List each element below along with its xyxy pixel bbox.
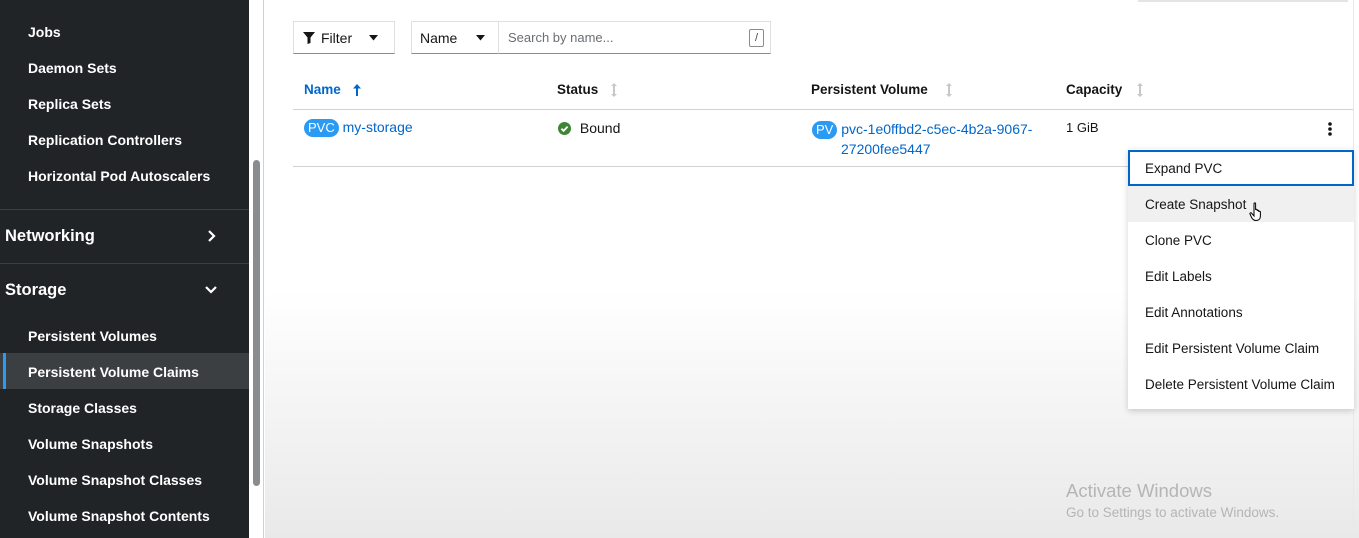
- sidebar-item-volume-snapshot-contents[interactable]: Volume Snapshot Contents: [28, 508, 210, 524]
- table-header-divider: [293, 109, 1353, 110]
- check-circle-icon: [558, 122, 571, 135]
- pvc-resource-badge: PVC: [304, 119, 339, 137]
- sidebar-active-indicator: [3, 353, 6, 389]
- pv-resource-badge: PV: [812, 121, 838, 139]
- column-header-capacity[interactable]: Capacity: [1066, 82, 1144, 97]
- search-field: /: [499, 21, 771, 54]
- filter-toggle-button[interactable]: Filter: [293, 21, 395, 54]
- activate-windows-subtitle: Go to Settings to activate Windows.: [1066, 505, 1280, 520]
- sidebar-item-jobs[interactable]: Jobs: [28, 24, 61, 40]
- menu-item-edit-annotations[interactable]: Edit Annotations: [1128, 294, 1354, 330]
- pvc-name-link[interactable]: my-storage: [343, 119, 413, 135]
- column-header-label: Persistent Volume: [811, 82, 928, 97]
- menu-item-edit-pvc[interactable]: Edit Persistent Volume Claim: [1128, 330, 1354, 366]
- row-actions-menu: Expand PVC Create Snapshot Clone PVC Edi…: [1128, 149, 1354, 409]
- column-header-label: Capacity: [1066, 82, 1123, 97]
- sidebar-section-storage[interactable]: Storage: [0, 263, 249, 317]
- search-input[interactable]: [508, 30, 738, 45]
- sidebar-item-daemon-sets[interactable]: Daemon Sets: [28, 60, 117, 76]
- kebab-icon: [1328, 121, 1332, 141]
- persistent-volume-cell: PV pvc-1e0ffbd2-c5ec-4b2a-9067-: [812, 119, 1032, 139]
- pv-name-link-continued[interactable]: 27200fee5447: [841, 139, 931, 159]
- sidebar-item-persistent-volumes[interactable]: Persistent Volumes: [28, 328, 157, 344]
- activate-windows-title: Activate Windows: [1066, 480, 1212, 501]
- column-header-label: Name: [304, 82, 341, 97]
- column-header-status[interactable]: Status: [557, 82, 618, 97]
- sidebar-item-horizontal-pod-autoscalers[interactable]: Horizontal Pod Autoscalers: [28, 168, 210, 184]
- sort-icon: [945, 82, 953, 97]
- sort-icon: [1136, 82, 1144, 97]
- menu-item-edit-labels[interactable]: Edit Labels: [1128, 258, 1354, 294]
- hand-cursor-icon: [1249, 202, 1265, 227]
- chevron-right-icon: [207, 230, 217, 242]
- search-attribute-label: Name: [420, 29, 458, 46]
- column-header-label: Status: [557, 82, 599, 97]
- pvc-name-cell: PVC my-storage: [304, 119, 413, 137]
- menu-item-delete-pvc[interactable]: Delete Persistent Volume Claim: [1128, 366, 1354, 402]
- pv-name-link[interactable]: pvc-1e0ffbd2-c5ec-4b2a-9067-: [841, 121, 1032, 137]
- status-text: Bound: [579, 120, 621, 136]
- sidebar-item-volume-snapshots[interactable]: Volume Snapshots: [28, 436, 153, 452]
- filter-label: Filter: [321, 29, 353, 46]
- sidebar: Jobs Daemon Sets Replica Sets Replicatio…: [0, 0, 249, 538]
- sidebar-item-replication-controllers[interactable]: Replication Controllers: [28, 132, 182, 148]
- sidebar-section-label: Networking: [5, 226, 95, 245]
- column-header-name[interactable]: Name: [304, 82, 361, 97]
- search-attribute-select[interactable]: Name: [411, 21, 499, 54]
- sidebar-item-replica-sets[interactable]: Replica Sets: [28, 96, 111, 112]
- status-cell: Bound: [558, 120, 620, 136]
- sidebar-item-storage-classes[interactable]: Storage Classes: [28, 400, 137, 416]
- sidebar-item-volume-snapshot-classes[interactable]: Volume Snapshot Classes: [28, 472, 202, 488]
- sort-ascending-icon: [352, 83, 361, 96]
- caret-down-icon: [476, 34, 486, 41]
- caret-down-icon: [369, 34, 379, 41]
- top-divider: [1138, 0, 1348, 2]
- row-actions-kebab-button[interactable]: [1323, 121, 1337, 141]
- keyboard-shortcut-hint: /: [749, 29, 764, 47]
- sidebar-scrollbar-thumb[interactable]: [253, 160, 260, 486]
- sidebar-section-networking[interactable]: Networking: [0, 209, 249, 263]
- filter-icon: [303, 31, 315, 44]
- capacity-cell: 1 GiB: [1066, 120, 1099, 135]
- menu-item-expand-pvc[interactable]: Expand PVC: [1128, 150, 1354, 186]
- sidebar-item-persistent-volume-claims[interactable]: Persistent Volume Claims: [28, 364, 199, 380]
- sort-icon: [610, 82, 618, 97]
- chevron-down-icon: [205, 285, 217, 295]
- column-header-persistent-volume[interactable]: Persistent Volume: [811, 82, 953, 97]
- menu-item-clone-pvc[interactable]: Clone PVC: [1128, 222, 1354, 258]
- sidebar-section-label: Storage: [5, 280, 67, 299]
- menu-item-create-snapshot[interactable]: Create Snapshot: [1128, 186, 1354, 222]
